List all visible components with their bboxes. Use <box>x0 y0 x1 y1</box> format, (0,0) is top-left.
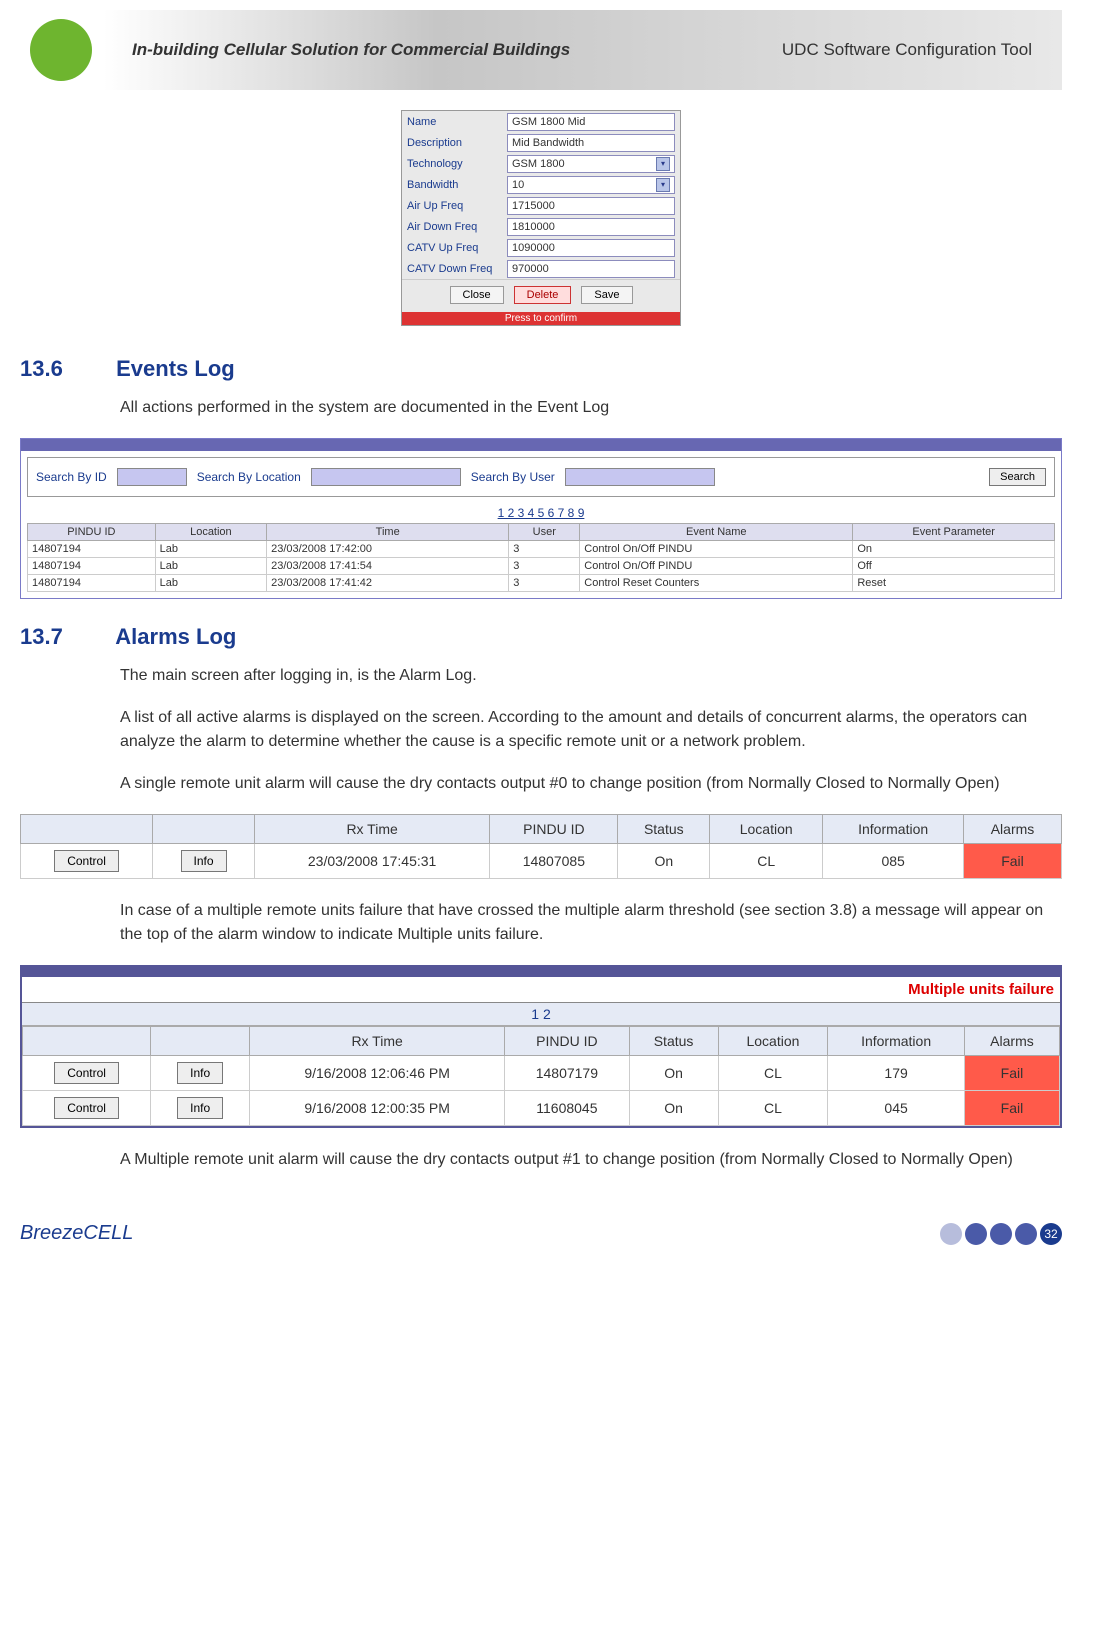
close-button[interactable]: Close <box>450 286 504 304</box>
cfg-select-technology[interactable]: GSM 1800▾ <box>507 155 675 173</box>
control-button[interactable]: Control <box>54 850 119 872</box>
cfg-input-name[interactable]: GSM 1800 Mid <box>507 113 675 131</box>
section-137-p5: A Multiple remote unit alarm will cause … <box>120 1148 1062 1172</box>
events-col-1: Location <box>155 524 266 541</box>
events-header-row: PINDU ID Location Time User Event Name E… <box>28 524 1055 541</box>
alarm-multi-table: Rx TimePINDU ID StatusLocation Informati… <box>22 1026 1060 1126</box>
save-button[interactable]: Save <box>581 286 632 304</box>
events-col-4: Event Name <box>580 524 853 541</box>
events-col-0: PINDU ID <box>28 524 156 541</box>
info-button[interactable]: Info <box>181 850 227 872</box>
page-header: In-building Cellular Solution for Commer… <box>20 10 1062 90</box>
delete-button[interactable]: Delete <box>514 286 572 304</box>
section-137-p3: A single remote unit alarm will cause th… <box>120 772 1062 796</box>
cfg-label-technology: Technology <box>407 158 507 170</box>
events-col-5: Event Parameter <box>853 524 1055 541</box>
fail-badge: Fail <box>964 844 1062 879</box>
search-by-id-label: Search By ID <box>36 470 107 484</box>
chevron-down-icon: ▾ <box>656 157 670 171</box>
cfg-label-catvdown: CATV Down Freq <box>407 263 507 275</box>
alarm-header-row: Rx TimePINDU ID StatusLocation Informati… <box>21 815 1062 844</box>
section-136-para: All actions performed in the system are … <box>120 396 1062 420</box>
table-row: Control Info 9/16/2008 12:06:46 PM148071… <box>23 1056 1060 1091</box>
table-row: Control Info 23/03/2008 17:45:3114807085… <box>21 844 1062 879</box>
alarm-multi-pager[interactable]: 1 2 <box>22 1003 1060 1026</box>
control-button[interactable]: Control <box>54 1097 119 1119</box>
alarm-multi-titlebar <box>22 967 1060 977</box>
alarm-single-table: Rx TimePINDU ID StatusLocation Informati… <box>20 814 1062 879</box>
cfg-select-bandwidth[interactable]: 10▾ <box>507 176 675 194</box>
cfg-label-catvup: CATV Up Freq <box>407 242 507 254</box>
cfg-input-airdown[interactable]: 1810000 <box>507 218 675 236</box>
section-136-heading: 13.6 Events Log <box>20 356 1062 382</box>
footer-dots: 32 <box>940 1223 1062 1245</box>
events-pager[interactable]: 1 2 3 4 5 6 7 8 9 <box>21 503 1061 523</box>
dot-icon <box>990 1223 1012 1245</box>
table-row: 14807194Lab23/03/2008 17:41:423Control R… <box>28 575 1055 592</box>
page-number: 32 <box>1040 1223 1062 1245</box>
events-col-2: Time <box>267 524 509 541</box>
section-137-heading: 13.7 Alarms Log <box>20 624 1062 650</box>
info-button[interactable]: Info <box>177 1062 223 1084</box>
config-form: NameGSM 1800 Mid DescriptionMid Bandwidt… <box>401 110 681 326</box>
page-footer: BreezeCELL 32 <box>20 1222 1062 1245</box>
cfg-input-description[interactable]: Mid Bandwidth <box>507 134 675 152</box>
cfg-input-catvdown[interactable]: 970000 <box>507 260 675 278</box>
table-row: 14807194Lab23/03/2008 17:42:003Control O… <box>28 541 1055 558</box>
confirm-hint: Press to confirm <box>402 312 680 325</box>
cfg-label-airup: Air Up Freq <box>407 200 507 212</box>
cfg-label-bandwidth: Bandwidth <box>407 179 507 191</box>
alarm-multi-block: Multiple units failure 1 2 Rx TimePINDU … <box>20 965 1062 1128</box>
footer-brand: BreezeCELL <box>20 1222 133 1245</box>
dot-icon <box>940 1223 962 1245</box>
section-137-p4: In case of a multiple remote units failu… <box>120 899 1062 947</box>
table-row: 14807194Lab23/03/2008 17:41:543Control O… <box>28 558 1055 575</box>
cfg-input-catvup[interactable]: 1090000 <box>507 239 675 257</box>
cfg-label-name: Name <box>407 116 507 128</box>
section-137-p1: The main screen after logging in, is the… <box>120 664 1062 688</box>
alarm-header-row: Rx TimePINDU ID StatusLocation Informati… <box>23 1027 1060 1056</box>
search-by-location-label: Search By Location <box>197 470 301 484</box>
control-button[interactable]: Control <box>54 1062 119 1084</box>
cfg-label-description: Description <box>407 137 507 149</box>
events-titlebar <box>21 439 1061 451</box>
search-by-id-input[interactable] <box>117 468 187 486</box>
search-button[interactable]: Search <box>989 468 1046 486</box>
header-left-title: In-building Cellular Solution for Commer… <box>132 40 782 60</box>
events-table: PINDU ID Location Time User Event Name E… <box>27 523 1055 592</box>
fail-badge: Fail <box>964 1091 1059 1126</box>
section-136-title: Events Log <box>116 356 235 381</box>
chevron-down-icon: ▾ <box>656 178 670 192</box>
dot-icon <box>1015 1223 1037 1245</box>
cfg-label-airdown: Air Down Freq <box>407 221 507 233</box>
dot-icon <box>965 1223 987 1245</box>
fail-badge: Fail <box>964 1056 1059 1091</box>
section-136-num: 13.6 <box>20 356 110 382</box>
events-col-3: User <box>509 524 580 541</box>
section-137-p2: A list of all active alarms is displayed… <box>120 706 1062 754</box>
search-by-user-label: Search By User <box>471 470 555 484</box>
section-137-title: Alarms Log <box>115 624 236 649</box>
section-137-num: 13.7 <box>20 624 110 650</box>
table-row: Control Info 9/16/2008 12:00:35 PM116080… <box>23 1091 1060 1126</box>
events-log-frame: Search By ID Search By Location Search B… <box>20 438 1062 599</box>
multiple-failure-warning: Multiple units failure <box>22 977 1060 1003</box>
logo-circle <box>30 19 92 81</box>
cfg-input-airup[interactable]: 1715000 <box>507 197 675 215</box>
info-button[interactable]: Info <box>177 1097 223 1119</box>
search-by-user-input[interactable] <box>565 468 715 486</box>
search-by-location-input[interactable] <box>311 468 461 486</box>
header-right-title: UDC Software Configuration Tool <box>782 40 1032 60</box>
events-search-bar: Search By ID Search By Location Search B… <box>27 457 1055 497</box>
